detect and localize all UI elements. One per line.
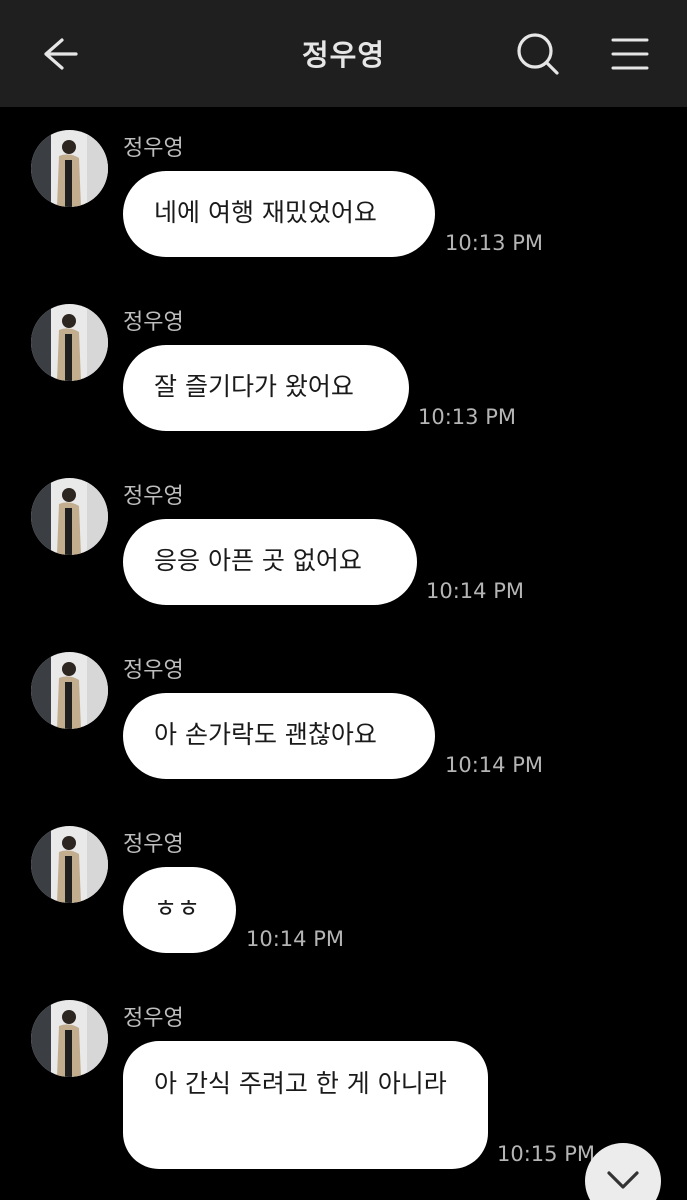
profile-photo — [31, 652, 108, 729]
message-item: 정우영 네에 여행 재밌었어요 10:13 PM — [0, 130, 687, 270]
search-icon — [517, 33, 559, 75]
message-list[interactable]: 정우영 네에 여행 재밌었어요 10:13 PM 정우영 잘 즐기다가 왔어요 … — [0, 107, 687, 1200]
message-item: 정우영 잘 즐기다가 왔어요 10:13 PM — [0, 304, 687, 444]
sender-name: 정우영 — [123, 1006, 184, 1031]
message-bubble[interactable]: 아 손가락도 괜찮아요 — [123, 693, 435, 779]
message-bubble[interactable]: 잘 즐기다가 왔어요 — [123, 345, 409, 431]
message-time: 10:14 PM — [426, 579, 524, 603]
avatar[interactable] — [31, 652, 108, 729]
avatar[interactable] — [31, 826, 108, 903]
chevron-down-icon — [607, 1171, 639, 1189]
message-time: 10:13 PM — [418, 405, 516, 429]
sender-name: 정우영 — [123, 136, 184, 161]
message-time: 10:14 PM — [445, 753, 543, 777]
sender-name: 정우영 — [123, 832, 184, 857]
chat-header: 정우영 — [0, 0, 687, 107]
message-bubble[interactable]: ㅎㅎ — [123, 867, 236, 953]
message-time: 10:13 PM — [445, 231, 543, 255]
chat-title: 정우영 — [301, 38, 386, 72]
sender-name: 정우영 — [123, 484, 184, 509]
hamburger-menu-icon — [611, 38, 649, 70]
message-item: 정우영 응응 아픈 곳 없어요 10:14 PM — [0, 478, 687, 618]
message-bubble[interactable]: 응응 아픈 곳 없어요 — [123, 519, 417, 605]
chat-screen: 정우영 정우영 네에 여행 재밌었어요 10:13 PM 정우영 잘 즐기다가 … — [0, 0, 687, 1200]
search-button[interactable] — [508, 24, 568, 84]
profile-photo — [31, 478, 108, 555]
avatar[interactable] — [31, 130, 108, 207]
menu-button[interactable] — [600, 24, 660, 84]
message-time: 10:14 PM — [246, 927, 344, 951]
avatar[interactable] — [31, 478, 108, 555]
profile-photo — [31, 1000, 108, 1077]
message-bubble[interactable]: 아 간식 주려고 한 게 아니라 — [123, 1041, 488, 1169]
message-item: 정우영 아 간식 주려고 한 게 아니라 10:15 PM — [0, 1000, 687, 1200]
profile-photo — [31, 130, 108, 207]
message-item: 정우영 아 손가락도 괜찮아요 10:14 PM — [0, 652, 687, 792]
profile-photo — [31, 826, 108, 903]
avatar[interactable] — [31, 1000, 108, 1077]
avatar[interactable] — [31, 304, 108, 381]
message-time: 10:15 PM — [497, 1142, 595, 1166]
message-item: 정우영 ㅎㅎ 10:14 PM — [0, 826, 687, 966]
sender-name: 정우영 — [123, 658, 184, 683]
sender-name: 정우영 — [123, 310, 184, 335]
message-bubble[interactable]: 네에 여행 재밌었어요 — [123, 171, 435, 257]
profile-photo — [31, 304, 108, 381]
